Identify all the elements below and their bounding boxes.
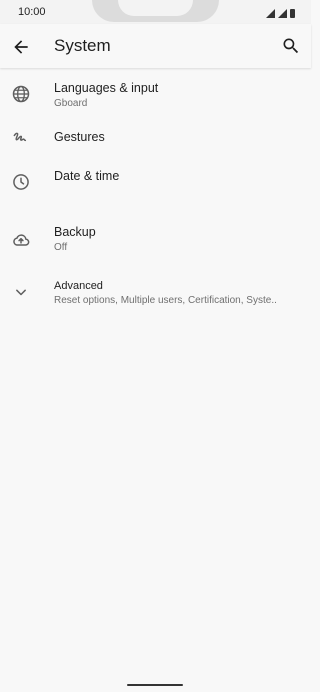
list-item-gestures[interactable]: Gestures — [0, 120, 311, 162]
item-sublabel: Reset options, Multiple users, Certifica… — [54, 295, 277, 306]
status-icons — [266, 6, 295, 18]
status-time: 10:00 — [18, 6, 46, 18]
item-label: Backup — [54, 225, 96, 239]
settings-list: Languages & input Gboard Gestures Date &… — [0, 70, 311, 320]
item-label: Languages & input — [54, 81, 159, 95]
globe-icon — [12, 85, 30, 103]
app-bar: System — [0, 24, 311, 68]
item-sublabel: Gboard — [54, 98, 88, 109]
wifi-signal-icon — [278, 9, 287, 18]
clock-icon — [13, 174, 29, 190]
page-title: System — [54, 36, 111, 55]
signal-icon — [266, 9, 275, 18]
gestures-icon — [13, 132, 27, 142]
back-arrow-icon[interactable] — [11, 37, 31, 57]
search-icon[interactable] — [281, 36, 301, 56]
list-item-languages[interactable]: Languages & input Gboard — [0, 70, 311, 120]
cloud-upload-icon — [13, 234, 30, 246]
list-item-backup[interactable]: Backup Off — [0, 216, 311, 270]
item-sublabel: Off — [54, 242, 68, 253]
chevron-down-icon — [16, 289, 26, 296]
list-item-date-time[interactable]: Date & time — [0, 162, 311, 216]
item-label: Date & time — [54, 169, 120, 183]
notch-cutout — [118, 0, 193, 16]
item-label: Advanced — [54, 280, 103, 292]
home-indicator[interactable] — [127, 684, 183, 686]
item-label: Gestures — [54, 130, 105, 144]
status-bar: 10:00 — [0, 0, 311, 24]
list-item-advanced[interactable]: Advanced Reset options, Multiple users, … — [0, 270, 311, 320]
battery-icon — [290, 9, 295, 18]
